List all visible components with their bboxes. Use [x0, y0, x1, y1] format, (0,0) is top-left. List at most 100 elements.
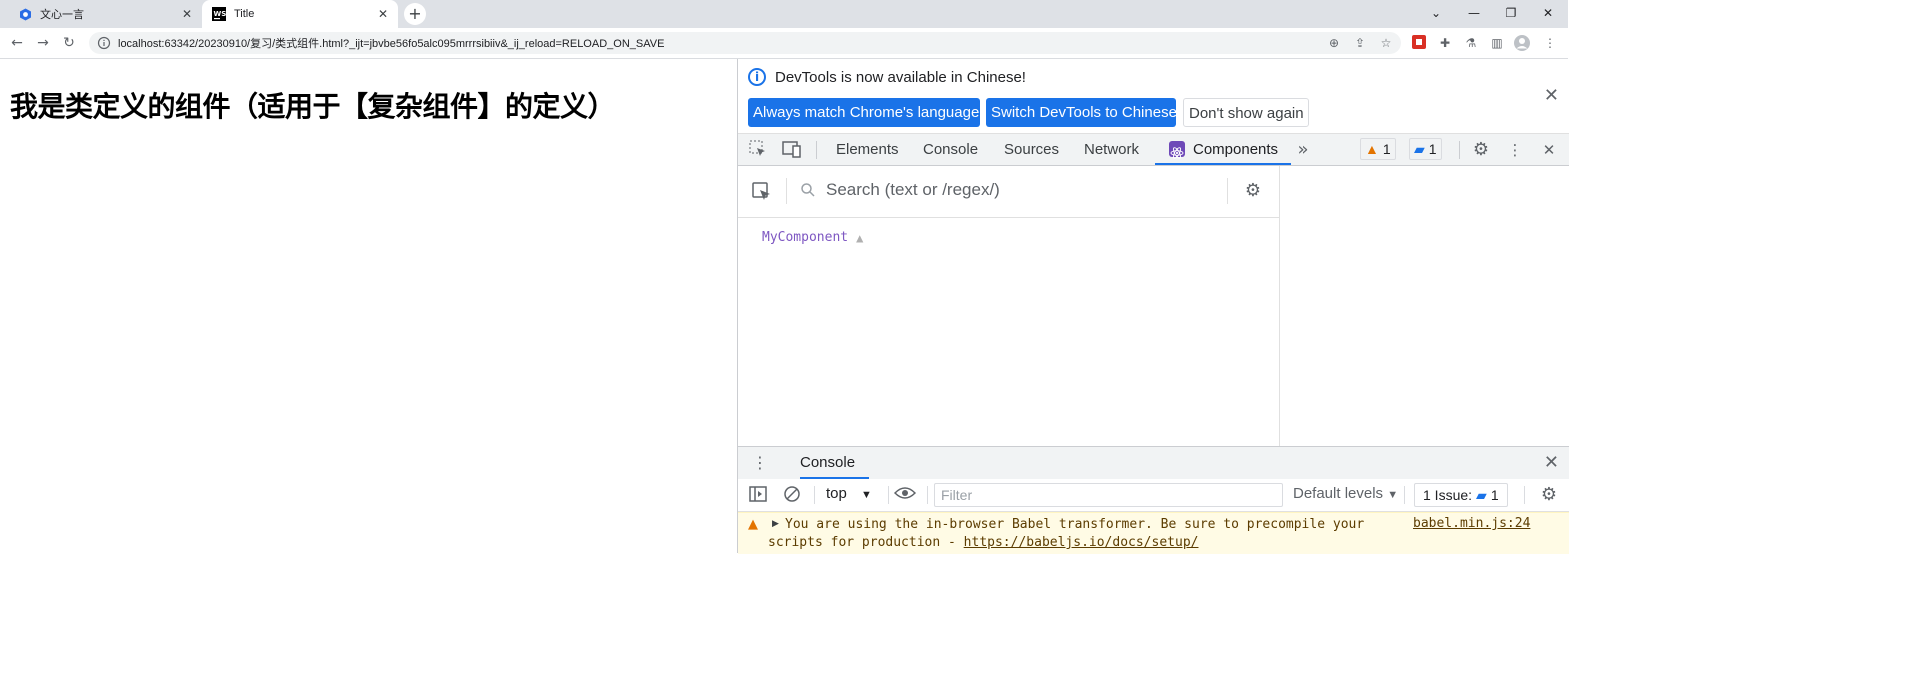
messages-badge[interactable]: ▰ 1 [1409, 138, 1442, 160]
log-levels-label: Default levels [1293, 485, 1384, 502]
component-warning-icon: ▲ [856, 230, 864, 245]
select-component-icon[interactable] [752, 182, 772, 202]
tab-components[interactable]: Components [1155, 134, 1291, 165]
device-toolbar-icon[interactable] [782, 140, 802, 160]
dont-show-again-button[interactable]: Don't show again [1183, 98, 1309, 127]
drawer-tab-console[interactable]: Console [800, 447, 870, 479]
issues-button[interactable]: 1 Issue: ▰ 1 [1414, 483, 1508, 507]
console-settings-gear-icon[interactable]: ⚙ [1539, 485, 1559, 505]
zoom-icon[interactable]: ⊕ [1327, 36, 1341, 50]
chrome-menu-icon[interactable]: ⋮ [1542, 35, 1558, 51]
issues-count: 1 [1490, 487, 1499, 503]
component-tree-item[interactable]: MyComponent ▲ [762, 230, 863, 245]
webstorm-icon: WS [212, 7, 226, 21]
component-name: MyComponent [762, 230, 849, 245]
minimize-icon[interactable]: — [1454, 0, 1494, 28]
context-value: top [826, 485, 847, 502]
tab-network[interactable]: Network [1084, 134, 1139, 165]
share-icon[interactable]: ⇪ [1353, 36, 1367, 50]
warning-text: You are using the in-browser Babel trans… [768, 516, 1408, 552]
components-search-input[interactable]: Search (text or /regex/) [826, 180, 1000, 200]
tab-strip: 文心一言 ✕ WS Title ✕ + ⌄ — ❐ ✕ [0, 0, 1568, 28]
clear-console-icon[interactable] [782, 485, 802, 505]
forward-icon[interactable]: → [33, 33, 53, 53]
tabbar-separator [816, 141, 817, 159]
react-icon [1169, 141, 1185, 159]
inspect-element-icon[interactable] [748, 140, 768, 160]
warning-icon: ▲ [748, 517, 758, 532]
search-separator [1227, 178, 1228, 204]
log-levels-dropdown[interactable]: Default levels ▼ [1293, 485, 1398, 502]
components-settings-icon[interactable]: ⚙ [1243, 181, 1263, 201]
issues-label: 1 Issue: [1423, 487, 1473, 503]
devtools-menu-icon[interactable]: ⋮ [1505, 140, 1525, 160]
page-viewport: 我是类定义的组件（适用于【复杂组件】的定义） [0, 59, 737, 553]
labs-flask-icon[interactable]: ⚗ [1463, 35, 1479, 51]
svg-text:WS: WS [214, 10, 227, 18]
more-tabs-chevron-icon[interactable]: » [1293, 140, 1313, 160]
toolbar-separator [888, 486, 889, 504]
info-icon: i [748, 68, 766, 86]
toolbar-separator [1404, 486, 1405, 504]
extensions-puzzle-icon[interactable]: ✚ [1437, 35, 1453, 51]
context-selector[interactable]: top ▼ [826, 485, 872, 502]
drawer-tabbar: ⋮ Console ✕ [738, 446, 1569, 480]
toolbar-separator [1524, 486, 1525, 504]
search-icon [800, 182, 816, 198]
toolbar-separator [927, 486, 928, 504]
components-tab-label: Components [1193, 141, 1279, 158]
dropdown-arrow-icon: ▼ [1387, 489, 1399, 501]
new-tab-button[interactable]: + [404, 3, 426, 25]
profile-avatar-icon[interactable] [1514, 35, 1530, 51]
switch-chinese-button[interactable]: Switch DevTools to Chinese [986, 98, 1177, 127]
issue-message-icon: ▰ [1476, 487, 1487, 503]
extension-red-icon[interactable] [1411, 35, 1427, 51]
tab-search-icon[interactable]: ⌄ [1416, 0, 1456, 28]
warnings-count: 1 [1382, 141, 1391, 157]
window-close-icon[interactable]: ✕ [1528, 0, 1568, 28]
close-tab-icon[interactable]: ✕ [178, 7, 196, 21]
close-tab-icon[interactable]: ✕ [374, 7, 392, 21]
sidebar-toggle-icon[interactable] [748, 485, 768, 505]
close-devtools-icon[interactable]: ✕ [1539, 140, 1559, 160]
restore-icon[interactable]: ❐ [1491, 0, 1531, 28]
console-toolbar: top ▼ Filter Default levels ▼ 1 Issue: ▰… [738, 479, 1569, 512]
search-separator [786, 178, 787, 204]
tab-console[interactable]: Console [923, 134, 978, 165]
browser-toolbar: ← → ↻ localhost:63342/20230910/复习/类式组件.h… [0, 28, 1568, 59]
console-warning-message: ▲ ▶ You are using the in-browser Babel t… [738, 512, 1569, 554]
infobar-close-icon[interactable]: ✕ [1544, 85, 1559, 106]
babel-docs-link[interactable]: https://babeljs.io/docs/setup/ [964, 535, 1199, 550]
source-location-link[interactable]: babel.min.js:24 [1413, 516, 1530, 531]
message-icon: ▰ [1414, 141, 1425, 157]
side-panel-icon[interactable]: ▥ [1489, 35, 1505, 51]
tab-title: Title [234, 8, 255, 20]
component-details-panel [1279, 166, 1570, 446]
site-info-icon[interactable] [97, 36, 111, 50]
tab-elements[interactable]: Elements [836, 134, 899, 165]
back-icon[interactable]: ← [7, 33, 27, 53]
components-tree-panel: Search (text or /regex/) ⚙ MyComponent ▲ [738, 166, 1279, 446]
close-drawer-icon[interactable]: ✕ [1544, 452, 1559, 473]
tab-sources[interactable]: Sources [1004, 134, 1059, 165]
url-text: localhost:63342/20230910/复习/类式组件.html?_i… [118, 38, 665, 50]
match-language-button[interactable]: Always match Chrome's language [748, 98, 980, 127]
browser-tab-title[interactable]: WS Title ✕ [202, 0, 398, 28]
settings-gear-icon[interactable]: ⚙ [1471, 140, 1491, 160]
dropdown-arrow-icon: ▼ [861, 489, 872, 501]
browser-tab-wenxin[interactable]: 文心一言 ✕ [8, 0, 202, 28]
bookmark-star-icon[interactable]: ☆ [1379, 36, 1393, 50]
console-filter-input[interactable]: Filter [934, 483, 1283, 507]
address-bar[interactable]: localhost:63342/20230910/复习/类式组件.html?_i… [89, 32, 1401, 54]
devtools-tabbar: Elements Console Sources Network Compone… [738, 134, 1569, 166]
warning-line-2-text: scripts for production - [768, 535, 964, 550]
live-expression-eye-icon[interactable] [893, 485, 917, 505]
messages-count: 1 [1428, 141, 1437, 157]
drawer-menu-icon[interactable]: ⋮ [752, 453, 768, 472]
devtools-panel: i DevTools is now available in Chinese! … [737, 59, 1570, 554]
wenxin-icon [18, 7, 32, 21]
warnings-badge[interactable]: ▲ 1 [1360, 138, 1396, 160]
toolbar-separator [814, 486, 815, 504]
language-infobar: i DevTools is now available in Chinese! … [738, 59, 1569, 134]
reload-icon[interactable]: ↻ [59, 33, 79, 53]
